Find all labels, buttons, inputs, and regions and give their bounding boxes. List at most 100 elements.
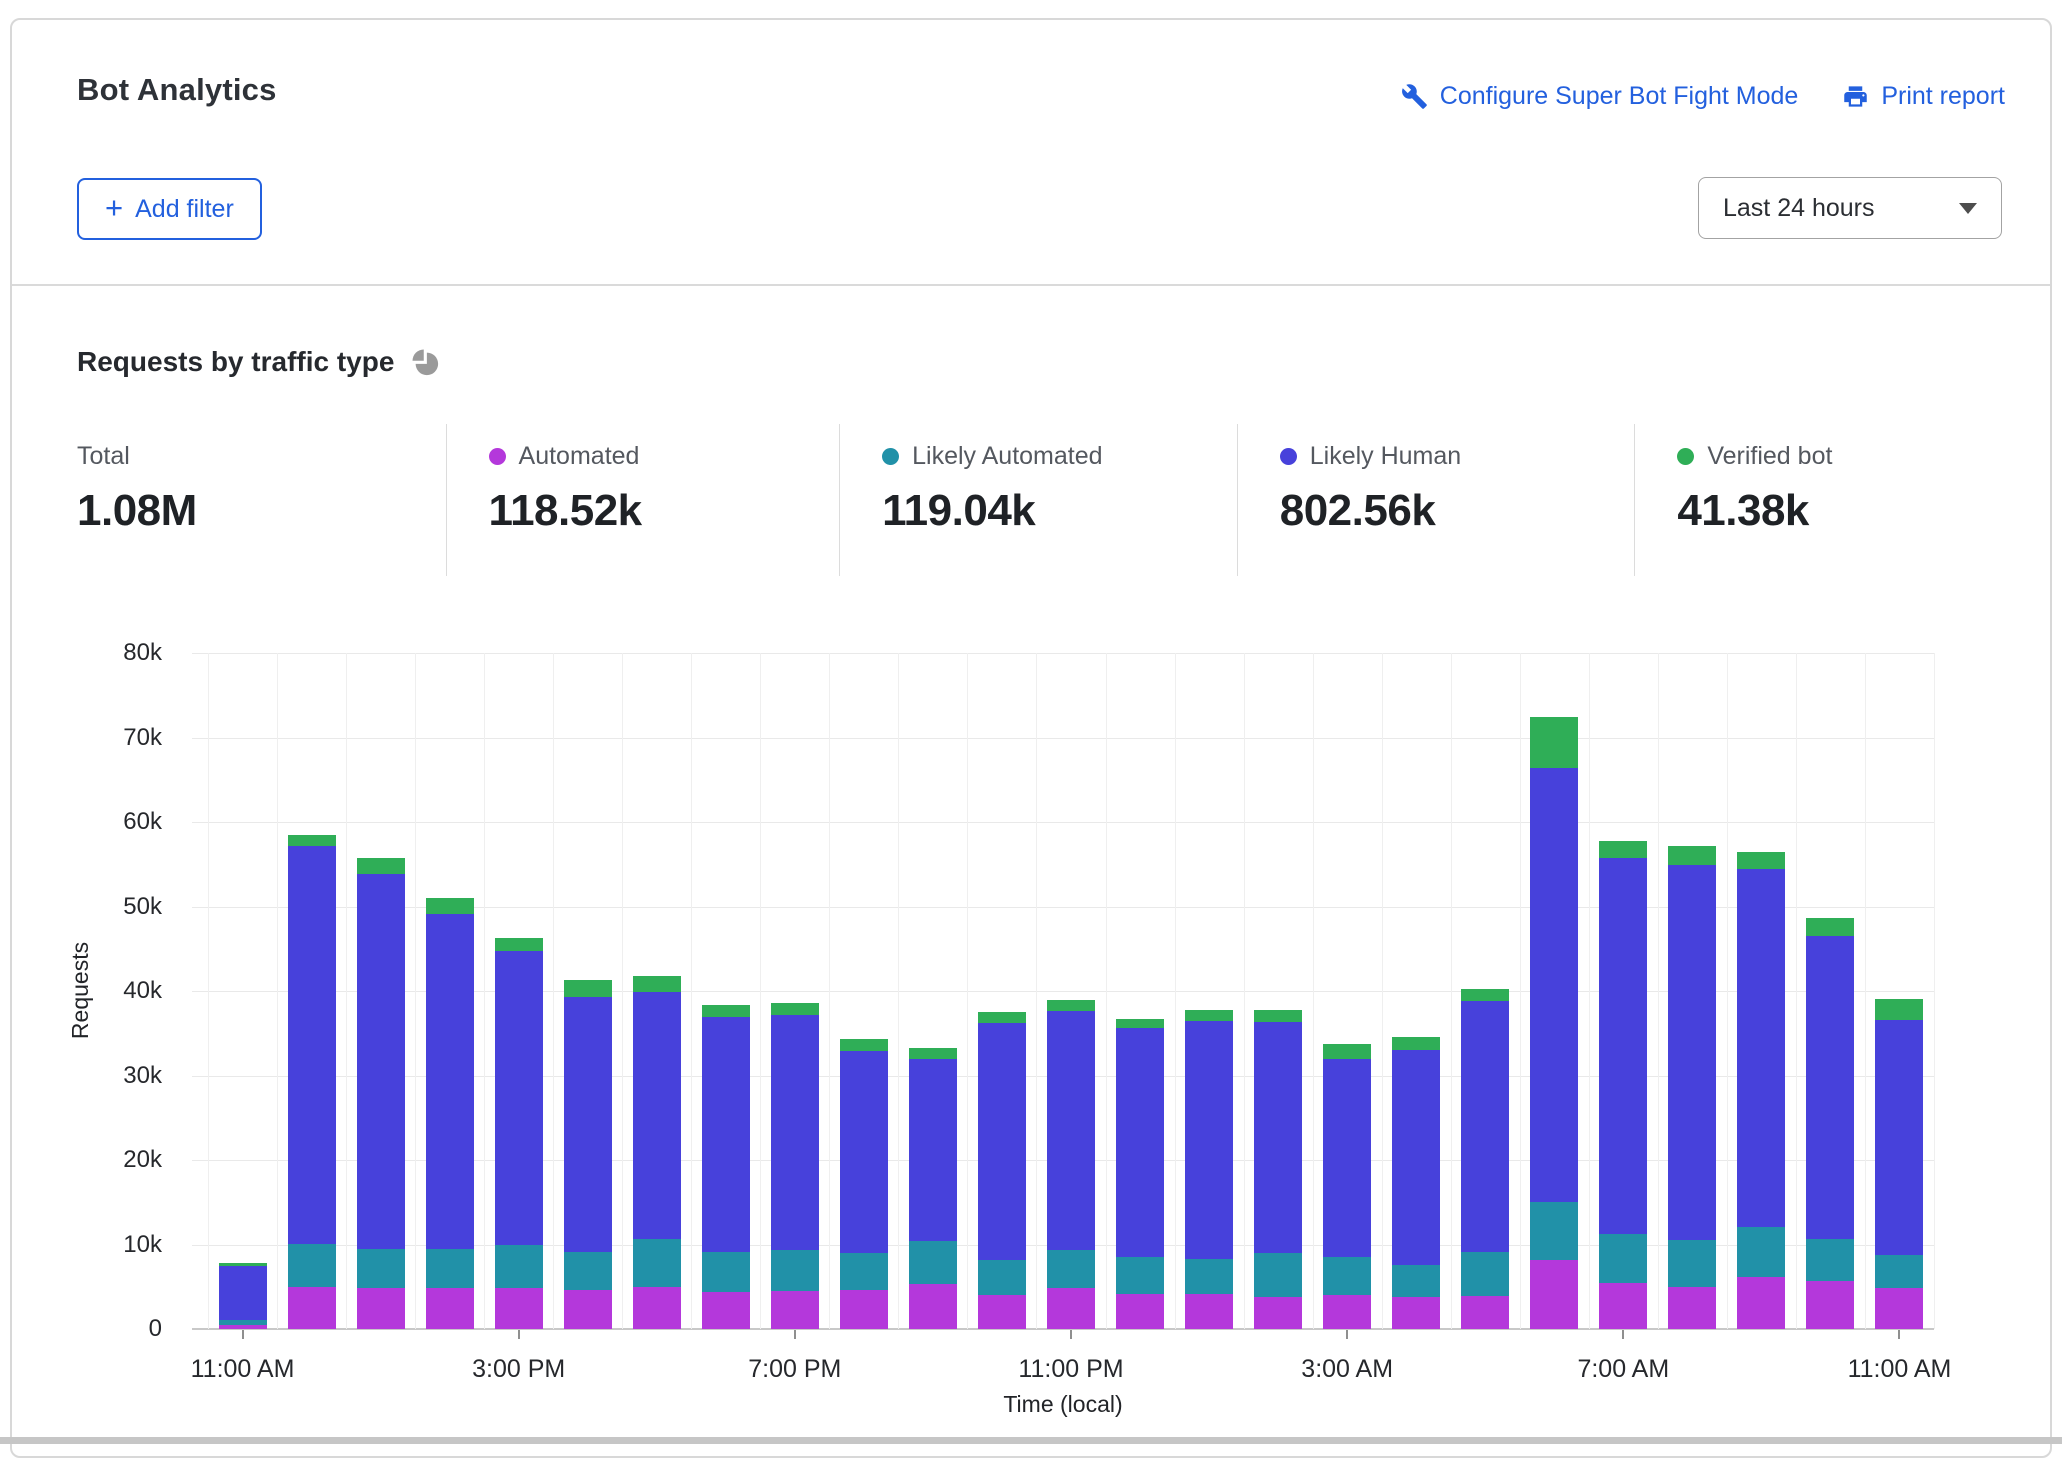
chart-bar-3-00-am[interactable] — [1323, 653, 1371, 1329]
segment-verified-bot — [1323, 1044, 1371, 1059]
chart-bar-3-00-pm[interactable] — [495, 653, 543, 1329]
gridline-vertical — [346, 653, 347, 1329]
chart-bar-5-00-am[interactable] — [1461, 653, 1509, 1329]
bottom-section-divider — [0, 1437, 2062, 1444]
segment-likely-automated — [840, 1253, 888, 1290]
chart-bar-8-00-pm[interactable] — [840, 653, 888, 1329]
stat-label: Likely Automated — [912, 442, 1102, 471]
gridline-vertical — [1589, 653, 1590, 1329]
chart-bar-2-00-am[interactable] — [1254, 653, 1302, 1329]
gridline-vertical — [1451, 653, 1452, 1329]
segment-likely-automated — [1530, 1202, 1578, 1259]
segment-likely-human — [633, 992, 681, 1239]
add-filter-button[interactable]: + Add filter — [77, 178, 262, 240]
gridline-vertical — [208, 653, 209, 1329]
chart-bar-1-00-pm[interactable] — [357, 653, 405, 1329]
gridline-vertical — [829, 653, 830, 1329]
segment-verified-bot — [288, 835, 336, 846]
chart-bar-2-00-pm[interactable] — [426, 653, 474, 1329]
segment-likely-automated — [633, 1239, 681, 1287]
chart-bar-12-00-am[interactable] — [1116, 653, 1164, 1329]
segment-likely-human — [1185, 1021, 1233, 1258]
bot-analytics-card: Bot Analytics Configure Super Bot Fight … — [10, 18, 2052, 1458]
stat-label: Verified bot — [1707, 442, 1832, 471]
add-filter-label: Add filter — [135, 195, 234, 224]
segment-likely-automated — [426, 1249, 474, 1289]
x-tick-mark — [518, 1330, 520, 1339]
stat-label: Automated — [519, 442, 640, 471]
chart-bar-9-00-am[interactable] — [1737, 653, 1785, 1329]
stat-verified-bot: Verified bot41.38k — [1634, 424, 2005, 576]
segment-likely-human — [357, 874, 405, 1248]
chart-bar-12-00-pm[interactable] — [288, 653, 336, 1329]
segment-verified-bot — [1806, 918, 1854, 937]
gridline-vertical — [898, 653, 899, 1329]
segment-automated — [1116, 1294, 1164, 1329]
legend-dot — [882, 448, 899, 465]
chart-bar-4-00-pm[interactable] — [564, 653, 612, 1329]
legend-dot — [1280, 448, 1297, 465]
configure-super-bot-fight-mode-link[interactable]: Configure Super Bot Fight Mode — [1401, 82, 1799, 111]
y-tick-80k: 80k — [52, 641, 162, 665]
print-report-link[interactable]: Print report — [1842, 82, 2005, 111]
gridline-vertical — [760, 653, 761, 1329]
y-tick-60k: 60k — [52, 810, 162, 834]
segment-likely-human — [1323, 1059, 1371, 1257]
gridline-vertical — [1796, 653, 1797, 1329]
gridline-vertical — [622, 653, 623, 1329]
chart-bar-7-00-am[interactable] — [1599, 653, 1647, 1329]
chart-bar-11-00-pm[interactable] — [1047, 653, 1095, 1329]
x-tick-mark — [1346, 1330, 1348, 1339]
chart-bar-4-00-am[interactable] — [1392, 653, 1440, 1329]
segment-likely-human — [1392, 1050, 1440, 1265]
y-tick-10k: 10k — [52, 1233, 162, 1257]
chart-bar-7-00-pm[interactable] — [771, 653, 819, 1329]
section-title-row: Requests by traffic type — [77, 346, 440, 378]
segment-automated — [564, 1290, 612, 1329]
chart-bar-1-00-am[interactable] — [1185, 653, 1233, 1329]
time-range-dropdown[interactable]: Last 24 hours — [1698, 177, 2002, 239]
segment-likely-automated — [1323, 1257, 1371, 1295]
segment-likely-automated — [1806, 1239, 1854, 1281]
x-tick-7-00-pm: 7:00 PM — [748, 1355, 841, 1384]
gridline-vertical — [1658, 653, 1659, 1329]
chart-bar-6-00-am[interactable] — [1530, 653, 1578, 1329]
x-tick-mark — [1898, 1330, 1900, 1339]
chart-bar-10-00-am[interactable] — [1806, 653, 1854, 1329]
chart-bar-11-00-am[interactable] — [219, 653, 267, 1329]
x-tick-11-00-am: 11:00 AM — [191, 1355, 295, 1384]
segment-automated — [1185, 1294, 1233, 1329]
chart-bar-8-00-am[interactable] — [1668, 653, 1716, 1329]
segment-verified-bot — [1116, 1019, 1164, 1028]
gridline-vertical — [484, 653, 485, 1329]
chart-bar-10-00-pm[interactable] — [978, 653, 1026, 1329]
segment-verified-bot — [1668, 846, 1716, 865]
chart-bar-11-00-am[interactable] — [1875, 653, 1923, 1329]
gridline-vertical — [1865, 653, 1866, 1329]
segment-likely-human — [1047, 1011, 1095, 1249]
gridline-vertical — [277, 653, 278, 1329]
segment-likely-human — [1116, 1028, 1164, 1257]
segment-verified-bot — [495, 938, 543, 952]
gridline-vertical — [1106, 653, 1107, 1329]
y-tick-20k: 20k — [52, 1148, 162, 1172]
x-tick-mark — [1622, 1330, 1624, 1339]
chart-bar-6-00-pm[interactable] — [702, 653, 750, 1329]
segment-automated — [1599, 1283, 1647, 1329]
segment-likely-human — [564, 997, 612, 1252]
segment-verified-bot — [1392, 1037, 1440, 1050]
segment-verified-bot — [1461, 989, 1509, 1001]
segment-verified-bot — [1254, 1010, 1302, 1022]
print-link-label: Print report — [1881, 82, 2005, 111]
chart-bar-9-00-pm[interactable] — [909, 653, 957, 1329]
segment-automated — [909, 1284, 957, 1329]
segment-likely-human — [840, 1051, 888, 1253]
segment-likely-automated — [288, 1244, 336, 1287]
segment-verified-bot — [633, 976, 681, 992]
x-tick-mark — [242, 1330, 244, 1339]
segment-automated — [1806, 1281, 1854, 1329]
segment-likely-automated — [1461, 1252, 1509, 1296]
segment-likely-automated — [1668, 1240, 1716, 1286]
segment-likely-automated — [1875, 1255, 1923, 1289]
chart-bar-5-00-pm[interactable] — [633, 653, 681, 1329]
